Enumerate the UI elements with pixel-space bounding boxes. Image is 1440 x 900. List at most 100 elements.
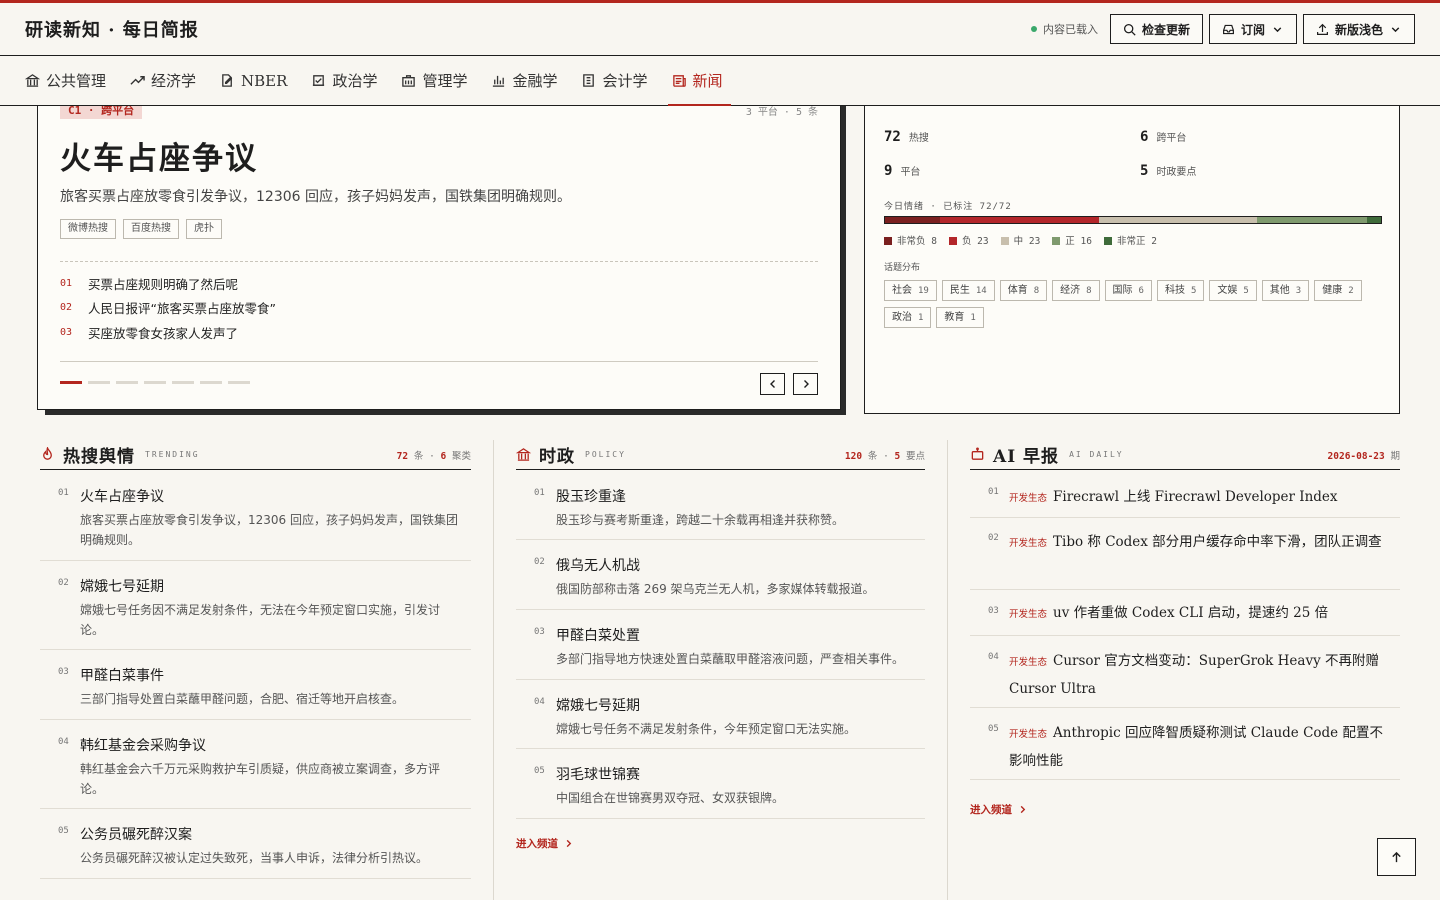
hero-card[interactable]: C1 · 跨平台 3 平台 · 5 条 火车占座争议 旅客买票占座放零食引发争议… [37,92,841,410]
topic-chip[interactable]: 国际 6 [1104,280,1152,301]
topic-name: 经济 [1060,285,1081,296]
category-tag: 开发生态 [1009,493,1048,504]
source-chip: 虎扑 [186,219,222,239]
carousel-dot[interactable] [88,381,110,384]
list-item[interactable]: 02 人民日报评“旅客买票占座放零食” [60,296,276,321]
item-title[interactable]: 嫦娥七号延期 [556,695,925,715]
hero-summary: 旅客买票占座放零食引发争议，12306 回应，孩子妈妈发声，国铁集团明确规则。 [60,189,571,205]
mood-bar [884,216,1382,224]
topic-chip[interactable]: 体育 8 [999,280,1048,301]
item-number: 02 [534,557,545,567]
list-item[interactable]: 03 甲醛白菜事件 三部门指导处置白菜蘸甲醛问题，合肥、宿迁等地开启核查。 [40,650,471,720]
item-title[interactable]: 俄乌无人机战 [556,555,925,575]
nav-item-management[interactable]: 管理学 [401,56,491,105]
item-text: 人民日报评“旅客买票占座放零食” [88,301,276,317]
check-update-button[interactable]: 检查更新 [1109,14,1203,44]
topic-chip[interactable]: 科技 5 [1156,280,1205,301]
chevron-right-icon [566,839,572,848]
item-title[interactable]: 甲醛白菜处置 [556,625,925,645]
list-item[interactable]: 03 开发生态 uv 作者重做 Codex CLI 启动，提速约 25 倍 [970,590,1400,636]
list-item[interactable]: 02 开发生态 Tibo 称 Codex 部分用户缓存命中率下滑，团队正调查 [970,518,1400,590]
item-title[interactable]: 嫦娥七号延期 [80,576,462,596]
trending-column: 热搜舆情 TRENDING 72 条 · 6 聚类 01 火车占座争议 旅客买票… [40,440,471,879]
topic-chip[interactable]: 健康 2 [1314,280,1362,301]
briefcase-icon [402,75,416,87]
carousel-dot[interactable] [228,381,250,384]
item-title[interactable]: 火车占座争议 [80,486,462,506]
hero-title[interactable]: 火车占座争议 [60,133,258,178]
stat-value: 5 [1140,163,1149,179]
item-title[interactable]: 甲醛白菜事件 [80,665,462,685]
item-title-text: Anthropic 回应降智质疑称测试 Claude Code 配置不影响性能 [1009,725,1383,769]
nav-item-economics[interactable]: 经济学 [130,56,220,105]
column-count: 72 条 · 6 聚类 [396,450,471,462]
item-title-text: Firecrawl 上线 Firecrawl Developer Index [1053,489,1338,505]
item-number: 05 [534,766,545,776]
enter-channel-link[interactable]: 进入频道 [970,802,1400,817]
column-title: 热搜舆情 [63,447,135,467]
nav-item-news[interactable]: 新闻 [667,56,747,106]
list-item[interactable]: 03 甲醛白菜处置 多部门指导地方快速处置白菜蘸取甲醛溶液问题，严查相关事件。 [516,610,925,680]
status-text: 内容已载入 [1042,23,1098,36]
item-title[interactable]: 韩红基金会采购争议 [80,735,462,755]
nav-item-finance[interactable]: 金融学 [491,56,581,105]
enter-channel-link[interactable]: 进入频道 [516,836,925,851]
item-title[interactable]: 开发生态 uv 作者重做 Codex CLI 启动，提速约 25 倍 [1009,601,1394,627]
item-title[interactable]: 股玉珍重逢 [556,486,925,506]
item-number: 01 [988,487,999,497]
date-unit: 期 [1390,450,1400,462]
back-to-top-button[interactable] [1377,838,1416,876]
list-item[interactable]: 05 公务员碾死醉汉案 公务员碾死醉汉被认定过失致死，当事人申诉，法律分析引热议… [40,809,471,879]
list-item[interactable]: 03 买座放零食女孩家人发声了 [60,320,276,345]
item-title[interactable]: 公务员碾死醉汉案 [80,824,462,844]
list-item[interactable]: 05 羽毛球世锦赛 中国组合在世锦赛男双夺冠、女双获银牌。 [516,749,925,819]
item-summary: 嫦娥七号任务因不满足发射条件，无法在今年预定窗口实施，引发讨论。 [80,603,441,637]
nav-item-accounting[interactable]: 会计学 [581,56,671,105]
nav-item-politics[interactable]: 政治学 [311,56,401,105]
item-title[interactable]: 羽毛球世锦赛 [556,764,925,784]
theme-button[interactable]: 新版浅色 [1302,14,1415,44]
carousel-dot[interactable] [60,381,82,384]
mood-segment [1256,217,1368,223]
list-item[interactable]: 04 嫦娥七号延期 嫦娥七号任务不满足发射条件，今年预定窗口无法实施。 [516,680,925,749]
mood-segment [885,217,941,223]
list-item[interactable]: 02 嫦娥七号延期 嫦娥七号任务因不满足发射条件，无法在今年预定窗口实施，引发讨… [40,561,471,650]
list-item[interactable]: 04 开发生态 Cursor 官方文档变动：SuperGrok Heavy 不再附… [970,636,1400,708]
list-item[interactable]: 02 俄乌无人机战 俄国防部称击落 269 架乌克兰无人机，多家媒体转载报道。 [516,540,925,610]
topic-chip[interactable]: 政治 1 [884,307,932,328]
topic-chip[interactable]: 其他 3 [1261,280,1310,301]
nav-item-public-admin[interactable]: 公共管理 [25,56,130,105]
mood-legend-item: 非常负 8 [884,233,937,247]
list-item[interactable]: 04 韩红基金会采购争议 韩红基金会六千万元采购救护车引质疑，供应商被立案调查，… [40,720,471,809]
topic-chip[interactable]: 民生 14 [941,280,995,301]
list-item[interactable]: 01 买票占座规则明确了然后呢 [60,271,276,296]
column-count: 120 条 · 5 要点 [844,450,925,462]
mood-segment [1098,217,1257,223]
check-update-label: 检查更新 [1141,22,1190,37]
prev-button[interactable] [760,373,785,395]
list-item[interactable]: 01 股玉珍重逢 股玉珍与赛考斯重逢，跨越二十余载再相逢并获称赞。 [516,470,925,540]
item-title[interactable]: 开发生态 Anthropic 回应降智质疑称测试 Claude Code 配置不影… [1009,720,1394,774]
carousel-dot[interactable] [200,381,222,384]
item-summary: 旅客买票占座放零食引发争议，12306 回应，孩子妈妈发声，国铁集团明确规则。 [80,513,458,547]
list-item[interactable]: 01 开发生态 Firecrawl 上线 Firecrawl Developer … [970,470,1400,518]
ballot-icon [313,75,325,86]
topic-chip[interactable]: 经济 8 [1052,280,1100,301]
item-title[interactable]: 开发生态 Tibo 称 Codex 部分用户缓存命中率下滑，团队正调查 [1009,530,1394,556]
item-number: 05 [988,724,999,734]
topic-chip[interactable]: 文娱 5 [1209,280,1257,301]
carousel-dot[interactable] [172,381,194,384]
inbox-icon [1222,24,1234,34]
item-title[interactable]: 开发生态 Cursor 官方文档变动：SuperGrok Heavy 不再附赠 C… [1009,648,1394,702]
carousel-dot[interactable] [116,381,138,384]
topic-chip[interactable]: 社会 19 [884,280,937,301]
nav-item-nber[interactable]: NBER [220,56,311,105]
carousel-dot[interactable] [144,381,166,384]
item-title[interactable]: 开发生态 Firecrawl 上线 Firecrawl Developer Ind… [1009,484,1394,512]
subscribe-button[interactable]: 订阅 [1208,14,1297,44]
topic-chip[interactable]: 教育 1 [936,307,984,328]
list-item[interactable]: 01 火车占座争议 旅客买票占座放零食引发争议，12306 回应，孩子妈妈发声，… [40,470,471,561]
list-item[interactable]: 05 开发生态 Anthropic 回应降智质疑称测试 Claude Code 配… [970,708,1400,780]
chevron-left-icon [769,380,775,388]
next-button[interactable] [793,373,818,395]
